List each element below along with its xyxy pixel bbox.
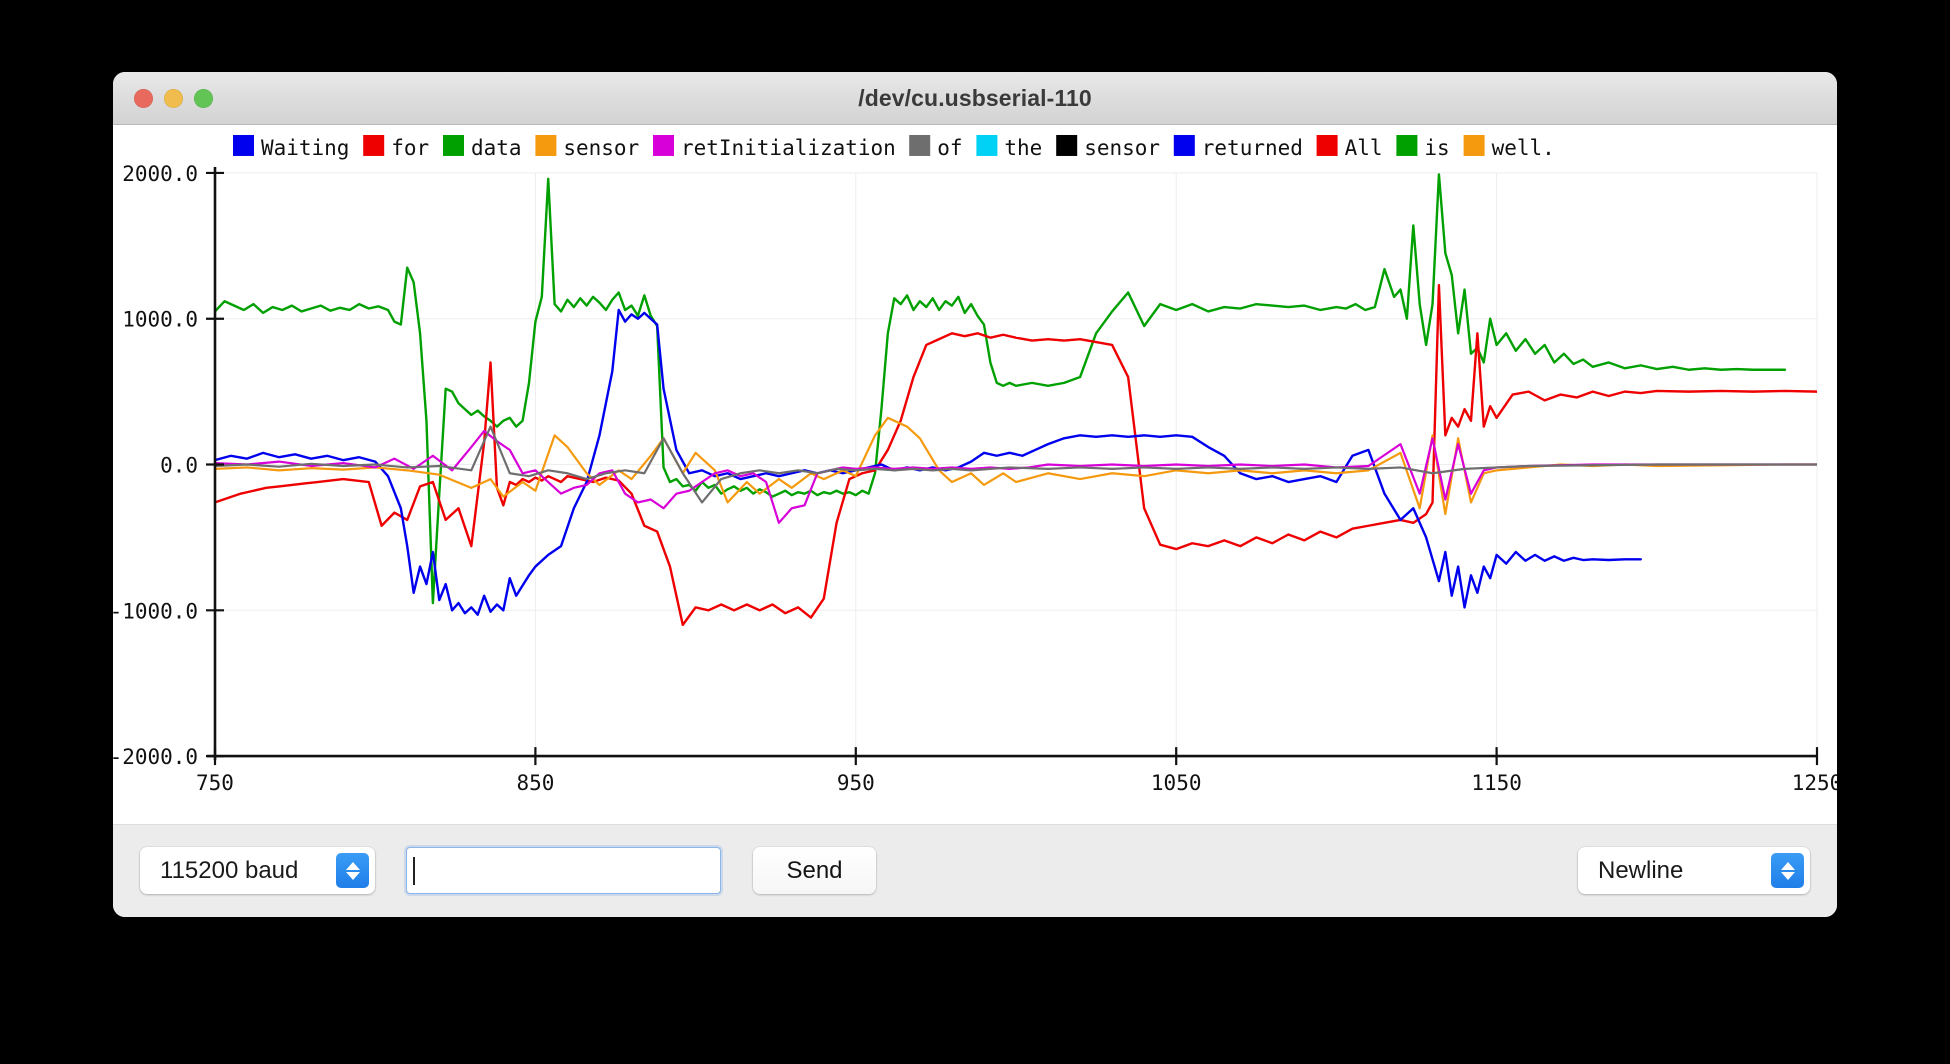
send-button[interactable]: Send xyxy=(753,847,876,894)
minimize-button[interactable] xyxy=(164,88,183,108)
svg-text:sensor: sensor xyxy=(563,136,639,160)
svg-text:retInitialization: retInitialization xyxy=(681,136,896,160)
svg-text:All: All xyxy=(1345,136,1383,160)
send-input[interactable] xyxy=(406,847,721,894)
baud-rate-value: 115200 baud xyxy=(160,856,299,884)
serial-monitor-window: /dev/cu.usbserial-110 -2000.0 -1000.0 0.0 1… xyxy=(113,72,1837,917)
svg-text:1250: 1250 xyxy=(1792,771,1837,795)
svg-text:2000.0: 2000.0 xyxy=(122,162,198,186)
traffic-light-group xyxy=(134,72,213,124)
svg-text:850: 850 xyxy=(516,771,554,795)
close-button[interactable] xyxy=(134,88,153,108)
window-titlebar: /dev/cu.usbserial-110 xyxy=(113,72,1837,125)
svg-text:data: data xyxy=(471,136,522,160)
svg-text:-1000.0: -1000.0 xyxy=(113,599,198,623)
svg-text:is: is xyxy=(1424,136,1449,160)
line-ending-value: Newline xyxy=(1598,856,1684,884)
svg-text:for: for xyxy=(391,136,429,160)
svg-text:0.0: 0.0 xyxy=(160,454,198,478)
serial-plotter-chart[interactable]: -2000.0 -1000.0 0.0 1000.0 2000.0 750 850 950 10… xyxy=(113,125,1837,824)
svg-text:of: of xyxy=(937,136,962,160)
svg-text:750: 750 xyxy=(196,771,234,795)
svg-text:1000.0: 1000.0 xyxy=(122,308,198,332)
zoom-button[interactable] xyxy=(194,88,213,108)
text-caret xyxy=(413,856,415,885)
svg-text:1050: 1050 xyxy=(1151,771,1202,795)
window-title: /dev/cu.usbserial-110 xyxy=(858,84,1092,111)
svg-text:the: the xyxy=(1004,136,1042,160)
baud-rate-select[interactable]: 115200 baud xyxy=(140,847,375,894)
bottom-toolbar: 115200 baud Send Newline xyxy=(113,824,1837,917)
line-ending-select[interactable]: Newline xyxy=(1578,847,1810,894)
svg-text:well.: well. xyxy=(1492,136,1555,160)
svg-text:1150: 1150 xyxy=(1471,771,1522,795)
chevron-updown-icon[interactable] xyxy=(336,853,369,888)
svg-text:returned: returned xyxy=(1202,136,1303,160)
svg-text:950: 950 xyxy=(837,771,875,795)
chevron-updown-icon[interactable] xyxy=(1771,853,1804,888)
svg-text:-2000.0: -2000.0 xyxy=(113,745,198,769)
svg-text:sensor: sensor xyxy=(1084,136,1160,160)
plot-svg: -2000.0 -1000.0 0.0 1000.0 2000.0 750 850 950 10… xyxy=(113,134,1837,795)
svg-text:Waiting: Waiting xyxy=(261,136,349,160)
